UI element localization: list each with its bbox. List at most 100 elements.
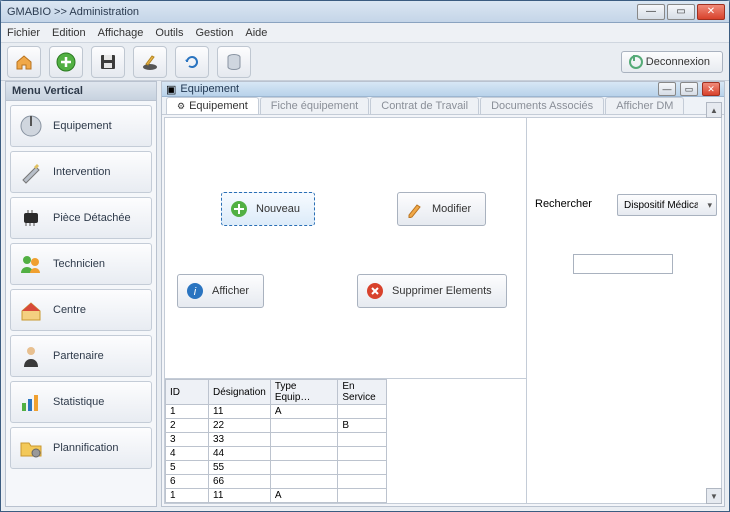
table-row[interactable]: 555 [166, 461, 387, 475]
col-designation[interactable]: Désignation [209, 380, 271, 405]
table-cell[interactable]: 1 [166, 489, 209, 503]
col-id[interactable]: ID [166, 380, 209, 405]
search-input[interactable] [573, 254, 673, 274]
table-cell[interactable] [270, 433, 338, 447]
menu-gestion[interactable]: Gestion [195, 27, 233, 39]
close-button[interactable]: ✕ [697, 4, 725, 20]
sidebar-item-intervention[interactable]: Intervention [10, 151, 152, 193]
table-row[interactable]: 444 [166, 447, 387, 461]
table-cell[interactable] [338, 433, 387, 447]
sidebar-item-label: Centre [53, 304, 86, 316]
delete-icon [366, 282, 384, 300]
supprimer-label: Supprimer Elements [392, 285, 492, 297]
table-cell[interactable] [338, 461, 387, 475]
table-cell[interactable] [338, 489, 387, 503]
person-icon [17, 342, 45, 370]
nouveau-button[interactable]: Nouveau [221, 192, 315, 226]
menu-affichage[interactable]: Affichage [98, 27, 144, 39]
sidebar-item-label: Statistique [53, 396, 104, 408]
search-panel: Rechercher Dispositif Médical [526, 118, 721, 503]
data-table: ID Désignation Type Equip… En Service 11… [165, 378, 526, 503]
menu-edition[interactable]: Edition [52, 27, 86, 39]
sidebar-item-technicien[interactable]: Technicien [10, 243, 152, 285]
toolbar-database-button[interactable] [217, 46, 251, 78]
table-cell[interactable]: 11 [209, 405, 271, 419]
chart-icon [17, 388, 45, 416]
menu-bar: Fichier Edition Affichage Outils Gestion… [1, 23, 729, 43]
table-row[interactable]: 111A [166, 405, 387, 419]
sidebar-item-equipement[interactable]: Equipement [10, 105, 152, 147]
tab-afficher-dm[interactable]: Afficher DM [605, 97, 684, 114]
folder-gear-icon [17, 434, 45, 462]
chip-icon [17, 204, 45, 232]
table-cell[interactable] [270, 447, 338, 461]
table-row[interactable]: 222 B [166, 419, 387, 433]
home-icon [14, 52, 34, 72]
table-cell[interactable]: 66 [209, 475, 271, 489]
sidebar-item-partenaire[interactable]: Partenaire [10, 335, 152, 377]
maximize-button[interactable]: ▭ [667, 4, 695, 20]
toolbar-refresh-button[interactable] [175, 46, 209, 78]
table-cell[interactable] [270, 461, 338, 475]
save-icon [98, 52, 118, 72]
table-cell[interactable]: 11 [209, 489, 271, 503]
inner-close-button[interactable]: ✕ [702, 82, 720, 96]
table-cell[interactable] [270, 475, 338, 489]
supprimer-button[interactable]: Supprimer Elements [357, 274, 507, 308]
sidebar-item-piece[interactable]: Pièce Détachée [10, 197, 152, 239]
toolbar-edit-button[interactable] [133, 46, 167, 78]
col-type[interactable]: Type Equip… [270, 380, 338, 405]
titlebar[interactable]: GMABIO >> Administration — ▭ ✕ [1, 1, 729, 23]
table-cell[interactable]: 6 [166, 475, 209, 489]
sidebar-item-centre[interactable]: Centre [10, 289, 152, 331]
search-type-combo[interactable]: Dispositif Médical [617, 194, 717, 216]
table-cell[interactable]: 33 [209, 433, 271, 447]
table-cell[interactable]: B [338, 419, 387, 433]
pencil-icon [406, 200, 424, 218]
main-panel: ▣ Equipement — ▭ ✕ ⚙Equipement Fiche équ… [161, 81, 725, 507]
menu-outils[interactable]: Outils [155, 27, 183, 39]
toolbar-add-button[interactable] [49, 46, 83, 78]
scroll-up-button[interactable]: ▲ [706, 102, 722, 118]
toolbar-save-button[interactable] [91, 46, 125, 78]
minimize-button[interactable]: — [637, 4, 665, 20]
modifier-button[interactable]: Modifier [397, 192, 486, 226]
tab-documents[interactable]: Documents Associés [480, 97, 604, 114]
logout-button[interactable]: Deconnexion [621, 51, 723, 73]
table-cell[interactable]: 44 [209, 447, 271, 461]
table-cell[interactable]: A [270, 489, 338, 503]
table-cell[interactable]: 1 [166, 405, 209, 419]
menu-aide[interactable]: Aide [245, 27, 267, 39]
sidebar-item-plannification[interactable]: Plannification [10, 427, 152, 469]
inner-maximize-button[interactable]: ▭ [680, 82, 698, 96]
table-cell[interactable]: 22 [209, 419, 271, 433]
toolbar-home-button[interactable] [7, 46, 41, 78]
sidebar-item-statistique[interactable]: Statistique [10, 381, 152, 423]
combo-value: Dispositif Médical [624, 200, 698, 211]
table-row[interactable]: 333 [166, 433, 387, 447]
inner-minimize-button[interactable]: — [658, 82, 676, 96]
scroll-down-button[interactable]: ▼ [706, 488, 722, 504]
table-cell[interactable]: 4 [166, 447, 209, 461]
col-enservice[interactable]: En Service [338, 380, 387, 405]
table-row[interactable]: 666 [166, 475, 387, 489]
people-icon [17, 250, 45, 278]
plus-circle-icon [230, 200, 248, 218]
table-cell[interactable] [338, 475, 387, 489]
table-cell[interactable]: 2 [166, 419, 209, 433]
tab-fiche[interactable]: Fiche équipement [260, 97, 369, 114]
table-cell[interactable]: A [270, 405, 338, 419]
sidebar-item-label: Pièce Détachée [53, 212, 131, 224]
table-cell[interactable] [270, 419, 338, 433]
table-cell[interactable]: 55 [209, 461, 271, 475]
afficher-button[interactable]: i Afficher [177, 274, 264, 308]
menu-fichier[interactable]: Fichier [7, 27, 40, 39]
table-row[interactable]: 111A [166, 489, 387, 503]
tab-equipement[interactable]: ⚙Equipement [166, 97, 259, 114]
inner-titlebar[interactable]: ▣ Equipement — ▭ ✕ [162, 82, 724, 97]
tab-contrat[interactable]: Contrat de Travail [370, 97, 479, 114]
table-cell[interactable]: 5 [166, 461, 209, 475]
table-cell[interactable] [338, 447, 387, 461]
table-cell[interactable] [338, 405, 387, 419]
table-cell[interactable]: 3 [166, 433, 209, 447]
